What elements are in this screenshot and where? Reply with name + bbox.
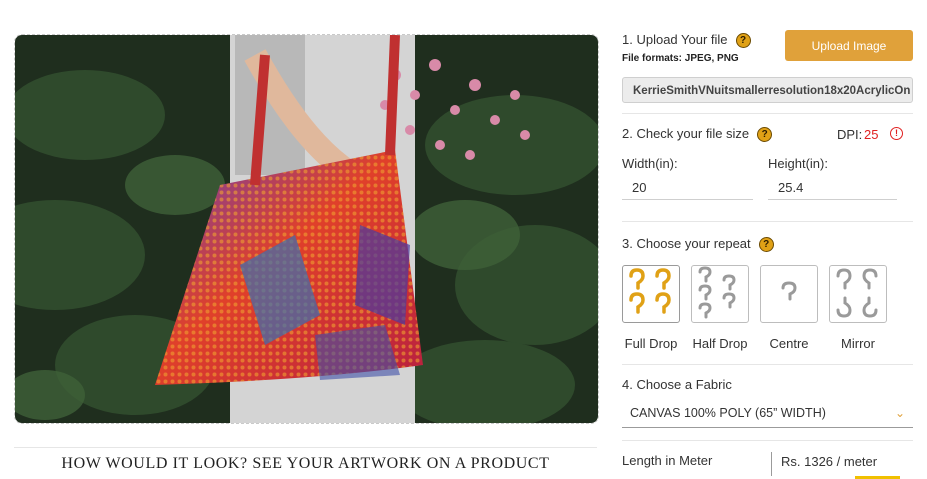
repeat-label-full-drop: Full Drop xyxy=(624,336,678,351)
pricing-divider xyxy=(771,452,772,476)
warning-icon[interactable]: ! xyxy=(890,127,903,140)
section-divider xyxy=(622,221,913,222)
upload-step-title: 1. Upload Your file? xyxy=(622,32,751,49)
fabric-selected-value: CANVAS 100% POLY (65” WIDTH) xyxy=(630,406,826,420)
length-label: Length in Meter xyxy=(622,453,713,468)
upload-image-button[interactable]: Upload Image xyxy=(785,30,913,61)
dpi-label: DPI: xyxy=(837,127,863,142)
height-input[interactable] xyxy=(768,175,897,200)
uploaded-filename-field[interactable]: KerrieSmithVNuitsmallerresolution18x20Ac… xyxy=(622,77,913,103)
height-label: Height(in): xyxy=(768,156,828,171)
repeat-step-title: 3. Choose your repeat? xyxy=(622,236,774,253)
file-size-step-title: 2. Check your file size? xyxy=(622,126,773,143)
chevron-down-icon: ⌄ xyxy=(894,406,905,420)
section-divider xyxy=(622,364,913,365)
product-preview-image xyxy=(14,34,599,424)
repeat-option-full-drop[interactable] xyxy=(622,265,680,323)
half-drop-repeat-icon xyxy=(698,266,736,319)
price-per-meter: Rs. 1326 / meter xyxy=(781,454,878,469)
section-divider xyxy=(622,440,913,441)
repeat-label-centre: Centre xyxy=(769,336,809,351)
file-size-step-label: 2. Check your file size xyxy=(622,126,750,141)
width-label: Width(in): xyxy=(622,156,678,171)
fabric-select[interactable]: CANVAS 100% POLY (65” WIDTH) ⌄ xyxy=(622,401,913,428)
file-formats-note: File formats: JPEG, PNG xyxy=(622,53,739,64)
repeat-option-centre[interactable] xyxy=(760,265,818,323)
caption-divider xyxy=(14,447,597,448)
mirror-repeat-icon xyxy=(836,268,878,318)
repeat-label-mirror: Mirror xyxy=(841,336,875,351)
fabric-step-label: 4. Choose a Fabric xyxy=(622,377,732,392)
help-icon[interactable]: ? xyxy=(735,33,751,49)
repeat-label-half-drop: Half Drop xyxy=(692,336,748,351)
repeat-option-mirror[interactable] xyxy=(829,265,887,323)
upload-step-label: 1. Upload Your file xyxy=(622,32,728,47)
width-input[interactable] xyxy=(622,175,753,200)
dpi-value: 25 xyxy=(864,127,879,142)
repeat-step-label: 3. Choose your repeat xyxy=(622,236,751,251)
centre-repeat-icon xyxy=(781,281,797,301)
full-drop-repeat-icon xyxy=(629,268,671,314)
section-divider xyxy=(622,113,913,114)
repeat-option-half-drop[interactable] xyxy=(691,265,749,323)
help-icon[interactable]: ? xyxy=(758,237,774,253)
preview-caption: HOW WOULD IT LOOK? SEE YOUR ARTWORK ON A… xyxy=(61,455,550,472)
help-icon[interactable]: ? xyxy=(757,127,773,143)
